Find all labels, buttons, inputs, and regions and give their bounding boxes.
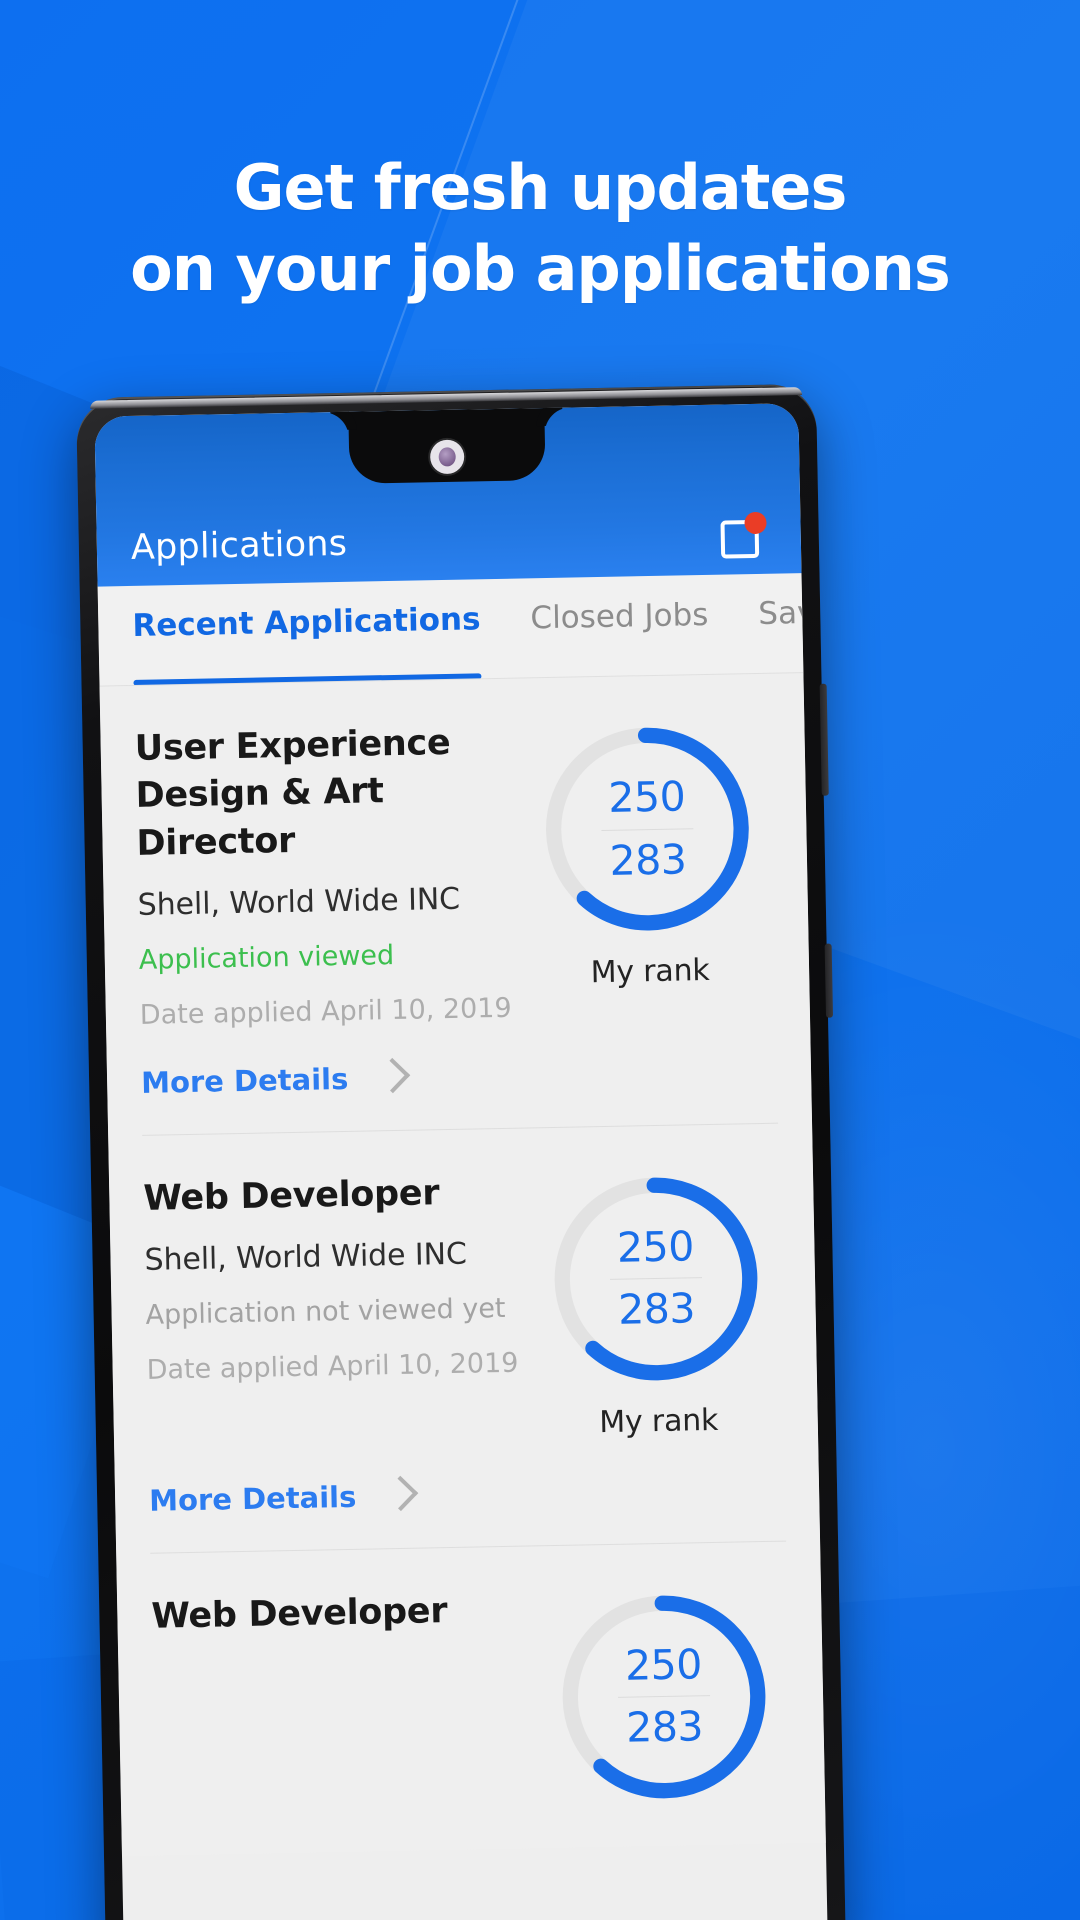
application-card[interactable]: Web Developer Shell, World Wide INC Appl… (108, 1123, 820, 1554)
rank-divider (601, 827, 694, 831)
chevron-right-icon (374, 1059, 411, 1096)
tab-closed-jobs-label: Closed Jobs (530, 596, 709, 637)
rank-label: My rank (598, 1402, 719, 1440)
rank-divider (610, 1277, 703, 1281)
chevron-right-icon (382, 1477, 419, 1514)
rank-gauge: 250 283 (553, 1586, 775, 1808)
rank-gauge: 250 283 (536, 718, 758, 940)
more-details-row[interactable]: More Details (149, 1470, 786, 1518)
rank-label: My rank (590, 952, 710, 991)
page-title: Applications (130, 523, 348, 568)
rank-total: 283 (625, 1702, 704, 1752)
tab-saved[interactable]: Saved (758, 573, 804, 674)
tab-closed-jobs[interactable]: Closed Jobs (530, 575, 710, 678)
phone-mockup: Applications Recent Applications Closed … (76, 383, 846, 1920)
date-applied: Date applied April 10, 2019 (139, 992, 512, 1031)
phone-volume-button (824, 943, 834, 1018)
rank-divider (618, 1695, 711, 1699)
rank-value: 250 (616, 1222, 695, 1272)
job-title: Web Developer (151, 1590, 448, 1637)
job-title: User Experience Design & Art Director (134, 722, 451, 864)
rank-gauge: 250 283 (545, 1168, 767, 1390)
tab-bar: Recent Applications Closed Jobs Saved (97, 573, 804, 687)
company-name: Shell, World Wide INC (144, 1236, 468, 1278)
promo-headline-line-2: on your job applications (130, 231, 951, 305)
promo-headline-line-1: Get fresh updates (233, 151, 848, 224)
status-badge: Application not viewed yet (145, 1292, 506, 1331)
tab-recent-applications-label: Recent Applications (132, 601, 481, 644)
phone-screen: Applications Recent Applications Closed … (94, 403, 828, 1920)
job-title: Web Developer (142, 1172, 440, 1219)
promo-headline: Get fresh updates on your job applicatio… (0, 148, 1080, 309)
rank-total: 283 (617, 1284, 696, 1335)
more-details-link[interactable]: More Details (141, 1062, 349, 1100)
more-details-row[interactable]: More Details (141, 1052, 778, 1100)
company-name: Shell, World Wide INC (137, 881, 461, 923)
application-card[interactable]: Web Developer 250 283 (116, 1541, 825, 1816)
rank-value: 250 (624, 1640, 703, 1690)
more-details-link[interactable]: More Details (149, 1480, 357, 1518)
rank-value: 250 (607, 772, 686, 823)
tab-saved-label: Saved (758, 594, 804, 632)
date-applied: Date applied April 10, 2019 (146, 1347, 519, 1386)
tab-recent-applications[interactable]: Recent Applications (132, 579, 482, 686)
status-badge: Application viewed (138, 939, 395, 976)
phone-frame: Applications Recent Applications Closed … (76, 383, 846, 1920)
notification-square-icon[interactable] (720, 511, 767, 559)
rank-total: 283 (609, 834, 687, 885)
notification-badge-dot (744, 511, 767, 535)
app-bar-row: Applications (96, 511, 801, 571)
app-bar: Applications (94, 403, 802, 587)
application-card[interactable]: User Experience Design & Art Director Sh… (100, 673, 813, 1136)
applications-list: User Experience Design & Art Director Sh… (99, 673, 826, 1857)
